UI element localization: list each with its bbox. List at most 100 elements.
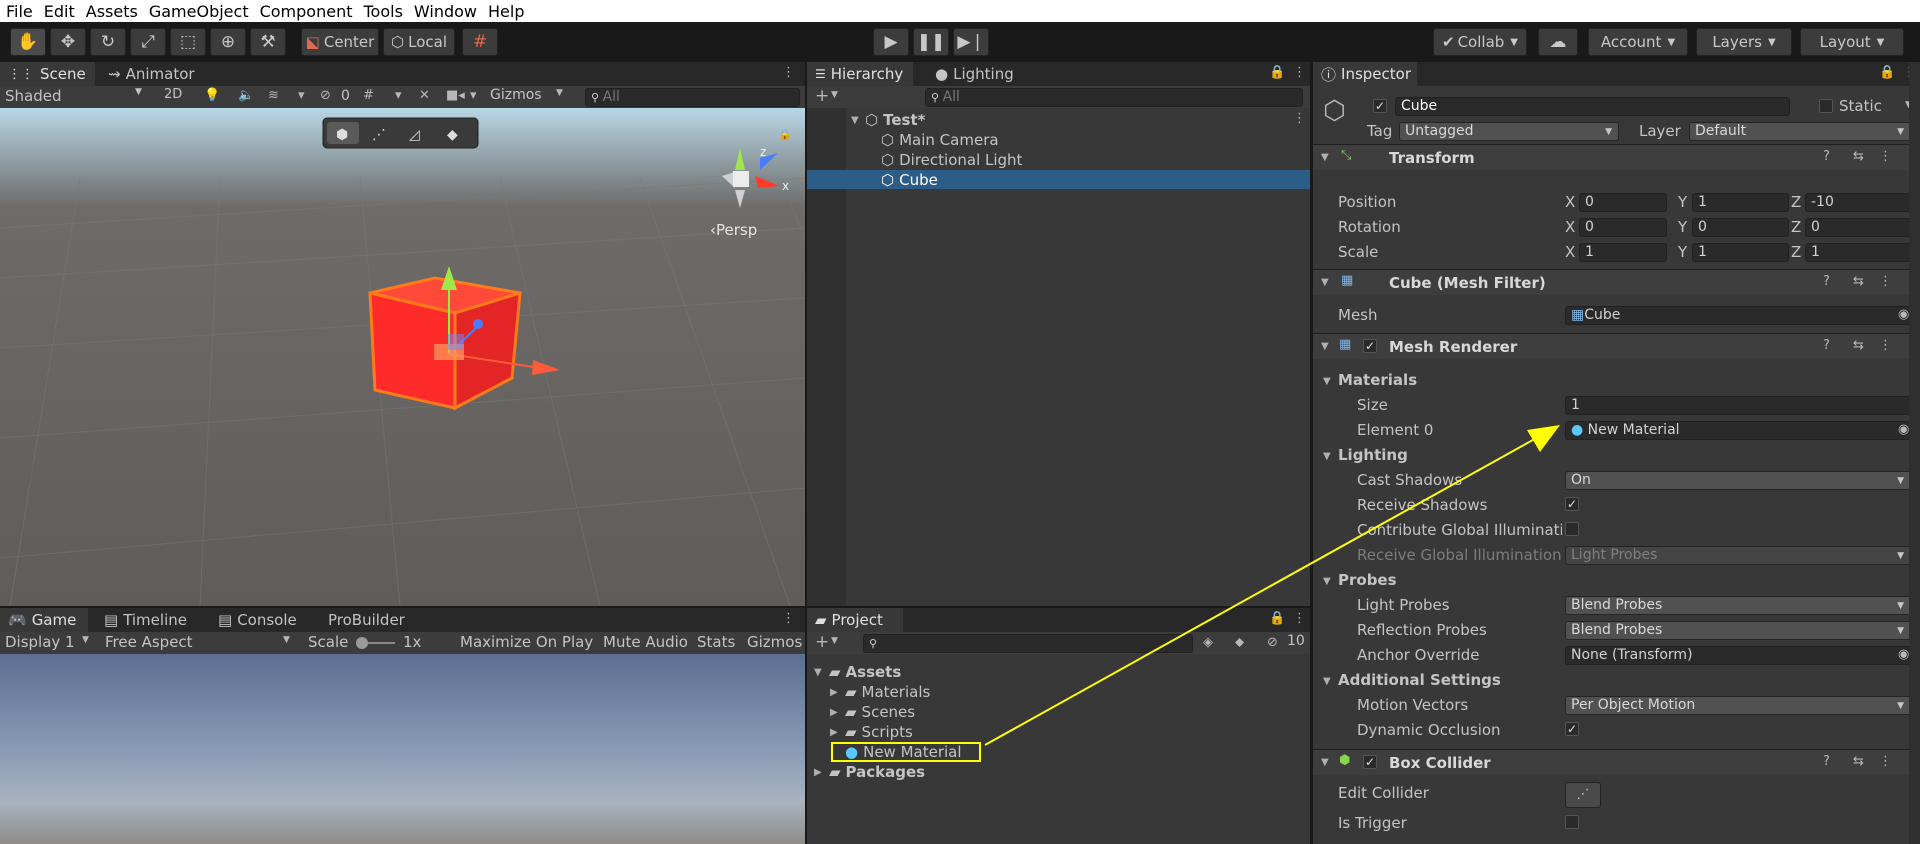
hierarchy-search-input[interactable]: ⚲ All [925,88,1303,107]
expand-triangle-icon[interactable]: ▶ [830,687,838,698]
step-button[interactable]: ▶❘ [953,28,989,56]
face-mode-icon[interactable]: ◆ [447,127,458,143]
layout-dropdown[interactable]: Layout ▼ [1800,28,1904,56]
expand-triangle-icon[interactable]: ▼ [1323,576,1331,587]
additional-settings-foldout[interactable]: Additional Settings [1338,671,1501,689]
light-probes-dropdown[interactable]: Blend Probes [1565,596,1911,615]
tag-dropdown[interactable]: Untagged [1399,122,1619,141]
scene-search-input[interactable]: ⚲ All [585,88,800,107]
folder-scripts[interactable]: ▰ Scripts [845,723,913,741]
mesh-field[interactable]: ▦Cube [1565,306,1911,325]
camera-icon[interactable]: ■◂ [446,88,465,103]
cast-shadows-dropdown[interactable]: On [1565,471,1911,490]
audio-icon[interactable]: 🔈 [238,88,254,103]
object-picker-icon[interactable]: ◉ [1898,422,1909,437]
lock-icon[interactable]: 🔒 [1879,65,1895,80]
more-menu-icon[interactable]: ⋮ [782,65,795,80]
expand-triangle-icon[interactable]: ▶ [814,767,822,778]
rotation-z-field[interactable]: 0 [1805,218,1911,237]
scene-viewport[interactable]: z x ‹Persp ⬢ ⋰ ◿ ◆ 🔒 [0,108,806,607]
more-menu-icon[interactable]: ⋮ [782,611,795,626]
motion-vectors-dropdown[interactable]: Per Object Motion [1565,696,1911,715]
more-menu-icon[interactable]: ⋮ [1293,65,1306,80]
expand-triangle-icon[interactable]: ▼ [1323,676,1331,687]
menu-component[interactable]: Component [254,2,358,21]
pause-button[interactable]: ❚❚ [913,28,949,56]
preset-icon[interactable]: ⇆ [1853,149,1864,164]
mesh-renderer-enabled-checkbox[interactable]: ✓ [1363,339,1377,353]
menu-gameobject[interactable]: GameObject [143,2,254,21]
custom-tool-button[interactable]: ⚒ [250,28,286,56]
scale-y-field[interactable]: 1 [1692,243,1789,262]
aspect-dropdown[interactable]: Free Aspect [105,633,193,651]
expand-triangle-icon[interactable]: ▼ [814,667,822,678]
menu-window[interactable]: Window [408,2,482,21]
gizmos-dropdown[interactable]: Gizmos [490,87,542,103]
gizmos-button[interactable]: Gizmos [747,633,802,651]
rotation-y-field[interactable]: 0 [1692,218,1789,237]
lock-icon[interactable]: 🔒 [1269,65,1285,80]
anchor-override-field[interactable]: None (Transform) [1565,646,1911,665]
tools-icon[interactable]: ✕ [419,88,430,103]
chevron-down-icon[interactable]: ▾ [298,88,305,103]
static-checkbox[interactable] [1819,99,1833,113]
lock-icon[interactable]: 🔒 [1269,611,1285,626]
tab-hierarchy[interactable]: ☰ Hierarchy [807,62,913,86]
tab-animator[interactable]: ⇝ Animator [100,62,200,86]
perspective-label[interactable]: ‹Persp [710,221,757,239]
mesh-renderer-header[interactable]: ▼ ▦ ✓ Mesh Renderer ? ⇆ ⋮ [1313,333,1913,359]
lock-icon[interactable]: 🔒 [778,128,792,141]
expand-triangle-icon[interactable]: ▼ [1323,376,1331,387]
contribute-gi-checkbox[interactable] [1565,522,1579,536]
light-icon[interactable]: 💡 [204,88,220,103]
reflection-probes-dropdown[interactable]: Blend Probes [1565,621,1911,640]
expand-triangle-icon[interactable]: ▼ [1323,451,1331,462]
layers-dropdown[interactable]: Layers ▼ [1696,28,1792,56]
chevron-down-icon[interactable]: ▾ [395,88,402,103]
object-mode-icon[interactable]: ⬢ [336,127,348,143]
scene-root[interactable]: ⬡ Test* [865,111,925,129]
stats-button[interactable]: Stats [697,633,735,651]
more-menu-icon[interactable]: ⋮ [1879,338,1892,353]
scale-z-field[interactable]: 1 [1805,243,1911,262]
expand-triangle-icon[interactable]: ▶ [830,707,838,718]
pivot-local-button[interactable]: ⬡ Local [383,28,455,56]
tab-inspector[interactable]: ⓘ Inspector [1313,62,1417,86]
lighting-foldout[interactable]: Lighting [1338,446,1408,464]
hierarchy-item-cube[interactable]: ⬡ Cube [881,171,938,189]
hierarchy-item-directional-light[interactable]: ⬡ Directional Light [881,151,1022,169]
rotate-tool-button[interactable]: ↻ [90,28,126,56]
tab-timeline[interactable]: ▤ Timeline [96,608,196,632]
object-name-field[interactable]: Cube [1395,97,1790,116]
element0-material-field[interactable]: ● New Material [1565,421,1911,440]
chevron-down-icon[interactable]: ▼ [831,636,838,646]
help-icon[interactable]: ? [1823,149,1830,164]
asset-new-material[interactable]: ● New Material [845,743,962,761]
maximize-on-play-button[interactable]: Maximize On Play [460,633,593,651]
pivot-center-button[interactable]: ⬕ Center [301,28,379,56]
object-picker-icon[interactable]: ◉ [1898,307,1909,322]
assets-folder[interactable]: ▰ Assets [829,663,901,681]
more-menu-icon[interactable]: ⋮ [1293,611,1306,626]
chevron-down-icon[interactable]: ▼ [831,90,838,100]
game-viewport[interactable] [0,654,805,844]
edge-mode-icon[interactable]: ◿ [409,127,420,143]
rect-tool-button[interactable]: ⬚ [170,28,206,56]
account-dropdown[interactable]: Account ▼ [1588,28,1688,56]
preset-icon[interactable]: ⇆ [1853,274,1864,289]
shading-dropdown[interactable]: Shaded [5,87,62,105]
is-trigger-checkbox[interactable] [1565,815,1579,829]
transform-header[interactable]: ▼ ⤡ Transform ? ⇆ ⋮ [1313,144,1913,170]
layer-dropdown[interactable]: Default [1689,122,1911,141]
object-picker-icon[interactable]: ◉ [1898,647,1909,662]
mute-audio-button[interactable]: Mute Audio [603,633,688,651]
label-icon[interactable]: ⬥ [1235,635,1244,650]
collab-dropdown[interactable]: ✔ Collab ▼ [1433,28,1527,56]
display-dropdown[interactable]: Display 1 [5,633,75,651]
more-menu-icon[interactable]: ⋮ [1879,274,1892,289]
mode-2d-button[interactable]: 2D [164,87,182,102]
menu-tools[interactable]: Tools [357,2,407,21]
menu-edit[interactable]: Edit [38,2,80,21]
materials-size-field[interactable]: 1 [1565,396,1911,415]
scale-x-field[interactable]: 1 [1579,243,1667,262]
